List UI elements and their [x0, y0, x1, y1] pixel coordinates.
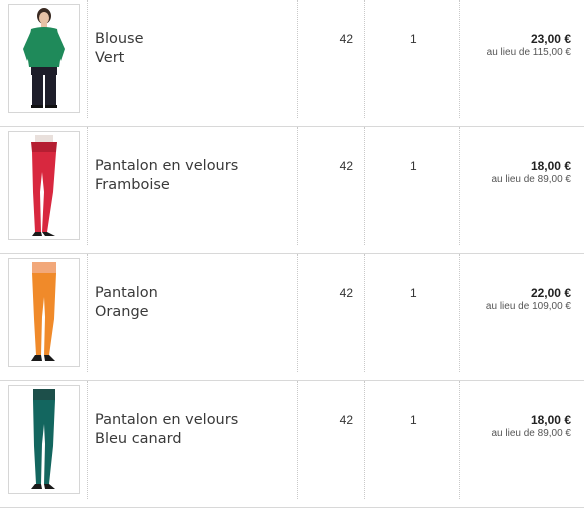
product-image-cell [0, 0, 88, 118]
product-color: Vert [95, 50, 125, 66]
product-name-cell: Pantalon en velours Bleu canard [88, 381, 298, 499]
sale-price: 18,00 € [530, 159, 571, 173]
quantity-cell: 1 [365, 0, 460, 118]
cart-item-row: Pantalon en velours Framboise 42 1 18,00… [0, 127, 584, 254]
product-name[interactable]: Blouse Vert [95, 30, 144, 68]
product-name-cell: Blouse Vert [88, 0, 298, 118]
product-size: 42 [339, 32, 353, 46]
product-thumbnail[interactable] [8, 385, 80, 494]
product-thumbnail[interactable] [8, 131, 80, 240]
price-cell: 23,00 € au lieu de 115,00 € [460, 0, 584, 118]
product-name[interactable]: Pantalon en velours Framboise [95, 157, 238, 195]
product-name[interactable]: Pantalon Orange [95, 284, 158, 322]
quantity-cell: 1 [365, 127, 460, 245]
product-name-cell: Pantalon Orange [88, 254, 298, 372]
original-price: au lieu de 109,00 € [485, 301, 571, 312]
size-cell: 42 [298, 127, 365, 245]
product-image-cell [0, 127, 88, 245]
product-size: 42 [339, 286, 353, 300]
size-cell: 42 [298, 254, 365, 372]
size-cell: 42 [298, 381, 365, 499]
product-name-line1: Pantalon en velours [95, 158, 239, 174]
original-price: au lieu de 89,00 € [491, 428, 571, 439]
product-name-cell: Pantalon en velours Framboise [88, 127, 298, 245]
cart-item-row: Pantalon en velours Bleu canard 42 1 18,… [0, 381, 584, 508]
original-price: au lieu de 89,00 € [491, 174, 571, 185]
quantity-cell: 1 [365, 381, 460, 499]
product-quantity: 1 [410, 159, 417, 173]
product-color: Orange [95, 304, 149, 320]
price-cell: 18,00 € au lieu de 89,00 € [460, 127, 584, 245]
product-size: 42 [339, 159, 353, 173]
size-cell: 42 [298, 0, 365, 118]
sale-price: 18,00 € [530, 413, 571, 427]
product-size: 42 [339, 413, 353, 427]
product-color: Bleu canard [95, 431, 182, 447]
quantity-cell: 1 [365, 254, 460, 372]
product-quantity: 1 [410, 286, 417, 300]
original-price: au lieu de 115,00 € [486, 47, 571, 58]
product-quantity: 1 [410, 32, 417, 46]
price-cell: 18,00 € au lieu de 89,00 € [460, 381, 584, 499]
product-name-line1: Blouse [95, 31, 144, 47]
product-image-cell [0, 254, 88, 372]
product-name-line1: Pantalon en velours [95, 412, 239, 428]
sale-price: 22,00 € [530, 286, 571, 300]
product-name-line1: Pantalon [95, 285, 158, 301]
product-thumbnail[interactable] [8, 258, 80, 367]
product-quantity: 1 [410, 413, 417, 427]
price-cell: 22,00 € au lieu de 109,00 € [460, 254, 584, 372]
product-color: Framboise [95, 177, 170, 193]
cart-item-row: Pantalon Orange 42 1 22,00 € au lieu de … [0, 254, 584, 381]
product-name[interactable]: Pantalon en velours Bleu canard [95, 411, 238, 449]
cart-item-row: Blouse Vert 42 1 23,00 € au lieu de 115,… [0, 0, 584, 127]
sale-price: 23,00 € [530, 32, 571, 46]
product-thumbnail[interactable] [8, 4, 80, 113]
product-image-cell [0, 381, 88, 499]
